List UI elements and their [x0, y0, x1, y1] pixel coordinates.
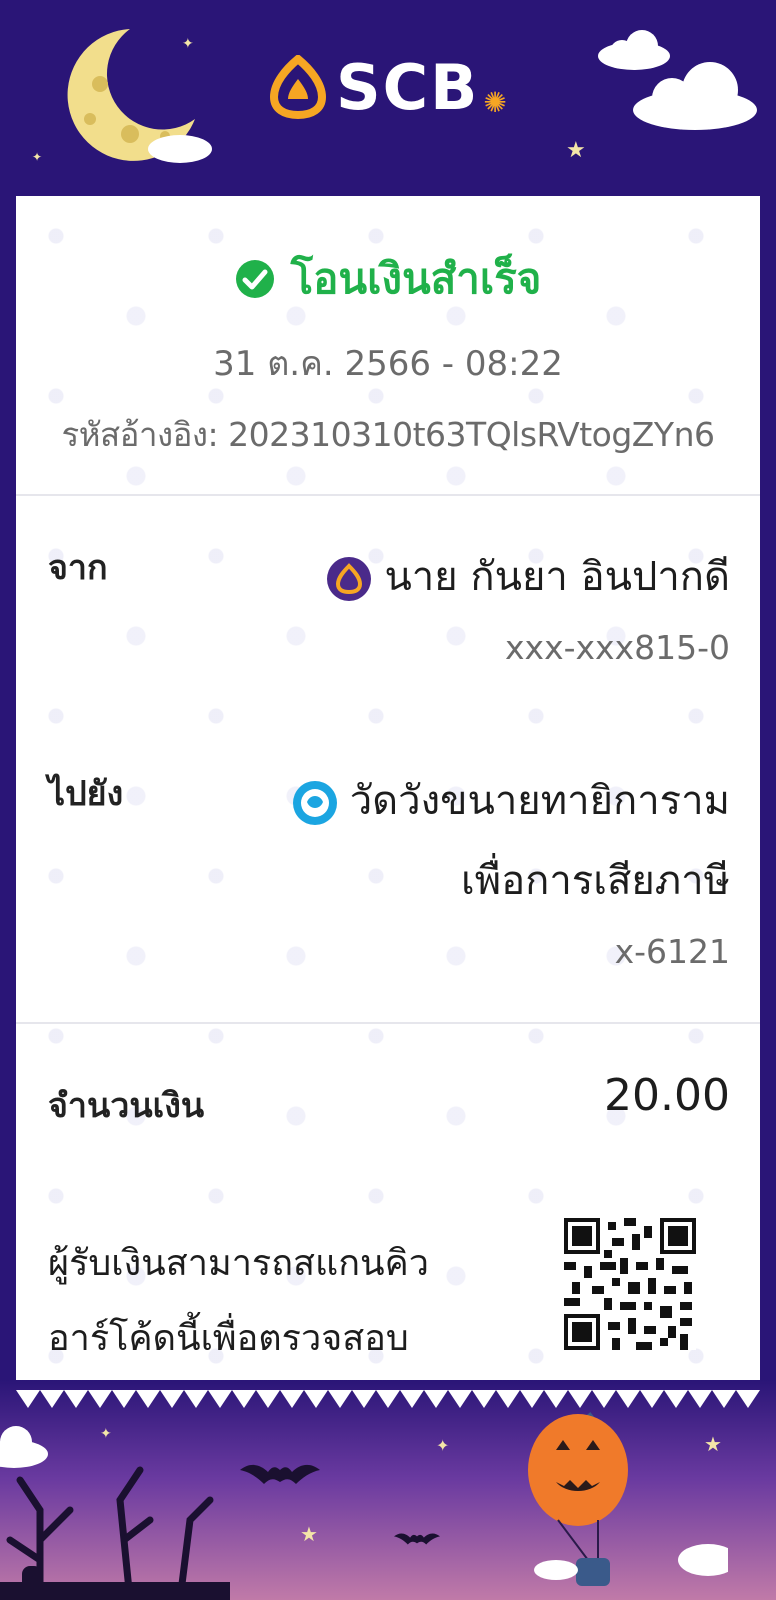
- sparkle-icon: ✺: [483, 85, 507, 119]
- krungthai-bank-icon: [292, 781, 337, 825]
- reference-value: 202310310t63TQlsRVtogZYn6: [228, 415, 715, 454]
- to-name-line1: วัดวังขนายทายิการาม: [349, 778, 730, 824]
- from-account: xxx-xxx815-0: [505, 628, 730, 667]
- to-name-row: วัดวังขนายทายิการาม: [292, 768, 730, 832]
- star-icon: ✦: [100, 1426, 112, 1442]
- scb-bank-icon: [327, 557, 372, 601]
- header: ✦ ★ ✦ SCB ✺: [0, 0, 776, 196]
- star-icon: ✦: [32, 150, 43, 164]
- to-account: x-6121: [614, 932, 730, 971]
- pumpkin-balloon-icon: [528, 1412, 728, 1586]
- qr-verification-note: ผู้รับเงินสามารถสแกนคิว อาร์โค้ดนี้เพื่อ…: [48, 1226, 429, 1376]
- from-name: นาย กันยา อินปากดี: [384, 554, 730, 600]
- bat-icon: [394, 1533, 440, 1545]
- star-icon: ★: [566, 138, 586, 163]
- reference-label: รหัสอ้างอิง:: [61, 415, 219, 454]
- tree-silhouette-icon: [0, 1466, 230, 1600]
- scb-logo: SCB ✺: [268, 50, 507, 124]
- to-name-line2: เพื่อการเสียภาษี: [461, 858, 730, 904]
- status-row: โอนเงินสำเร็จ: [16, 246, 760, 312]
- divider: [16, 1022, 760, 1024]
- divider: [16, 494, 760, 496]
- moon-icon: [67, 29, 212, 163]
- to-label: ไปยัง: [48, 774, 124, 814]
- check-circle-icon: [235, 260, 274, 298]
- star-icon: ✦: [182, 36, 194, 52]
- reference-line: รหัสอ้างอิง: 202310310t63TQlsRVtogZYn6: [16, 408, 760, 461]
- qr-note-line1: ผู้รับเงินสามารถสแกนคิว: [48, 1243, 429, 1284]
- transaction-datetime: 31 ต.ค. 2566 - 08:22: [213, 344, 563, 384]
- bat-icon: [240, 1464, 320, 1484]
- status-text: โอนเงินสำเร็จ: [290, 254, 542, 303]
- transfer-slip-card: โอนเงินสำเร็จ 31 ต.ค. 2566 - 08:22 รหัสอ…: [16, 196, 760, 1406]
- qr-note-line2: อาร์โค้ดนี้เพื่อตรวจสอบ: [48, 1318, 409, 1359]
- qr-code[interactable]: [564, 1218, 696, 1350]
- from-name-row: นาย กันยา อินปากดี: [326, 544, 730, 608]
- scb-logo-icon: [269, 55, 327, 119]
- from-label: จาก: [48, 548, 108, 588]
- star-icon: ★: [300, 1522, 318, 1546]
- brand-name: SCB: [336, 50, 480, 124]
- amount-value: 20.00: [604, 1070, 730, 1121]
- cloud-icon: [633, 62, 757, 130]
- amount-label: จำนวนเงิน: [48, 1086, 205, 1126]
- star-icon: ✦: [436, 1436, 450, 1455]
